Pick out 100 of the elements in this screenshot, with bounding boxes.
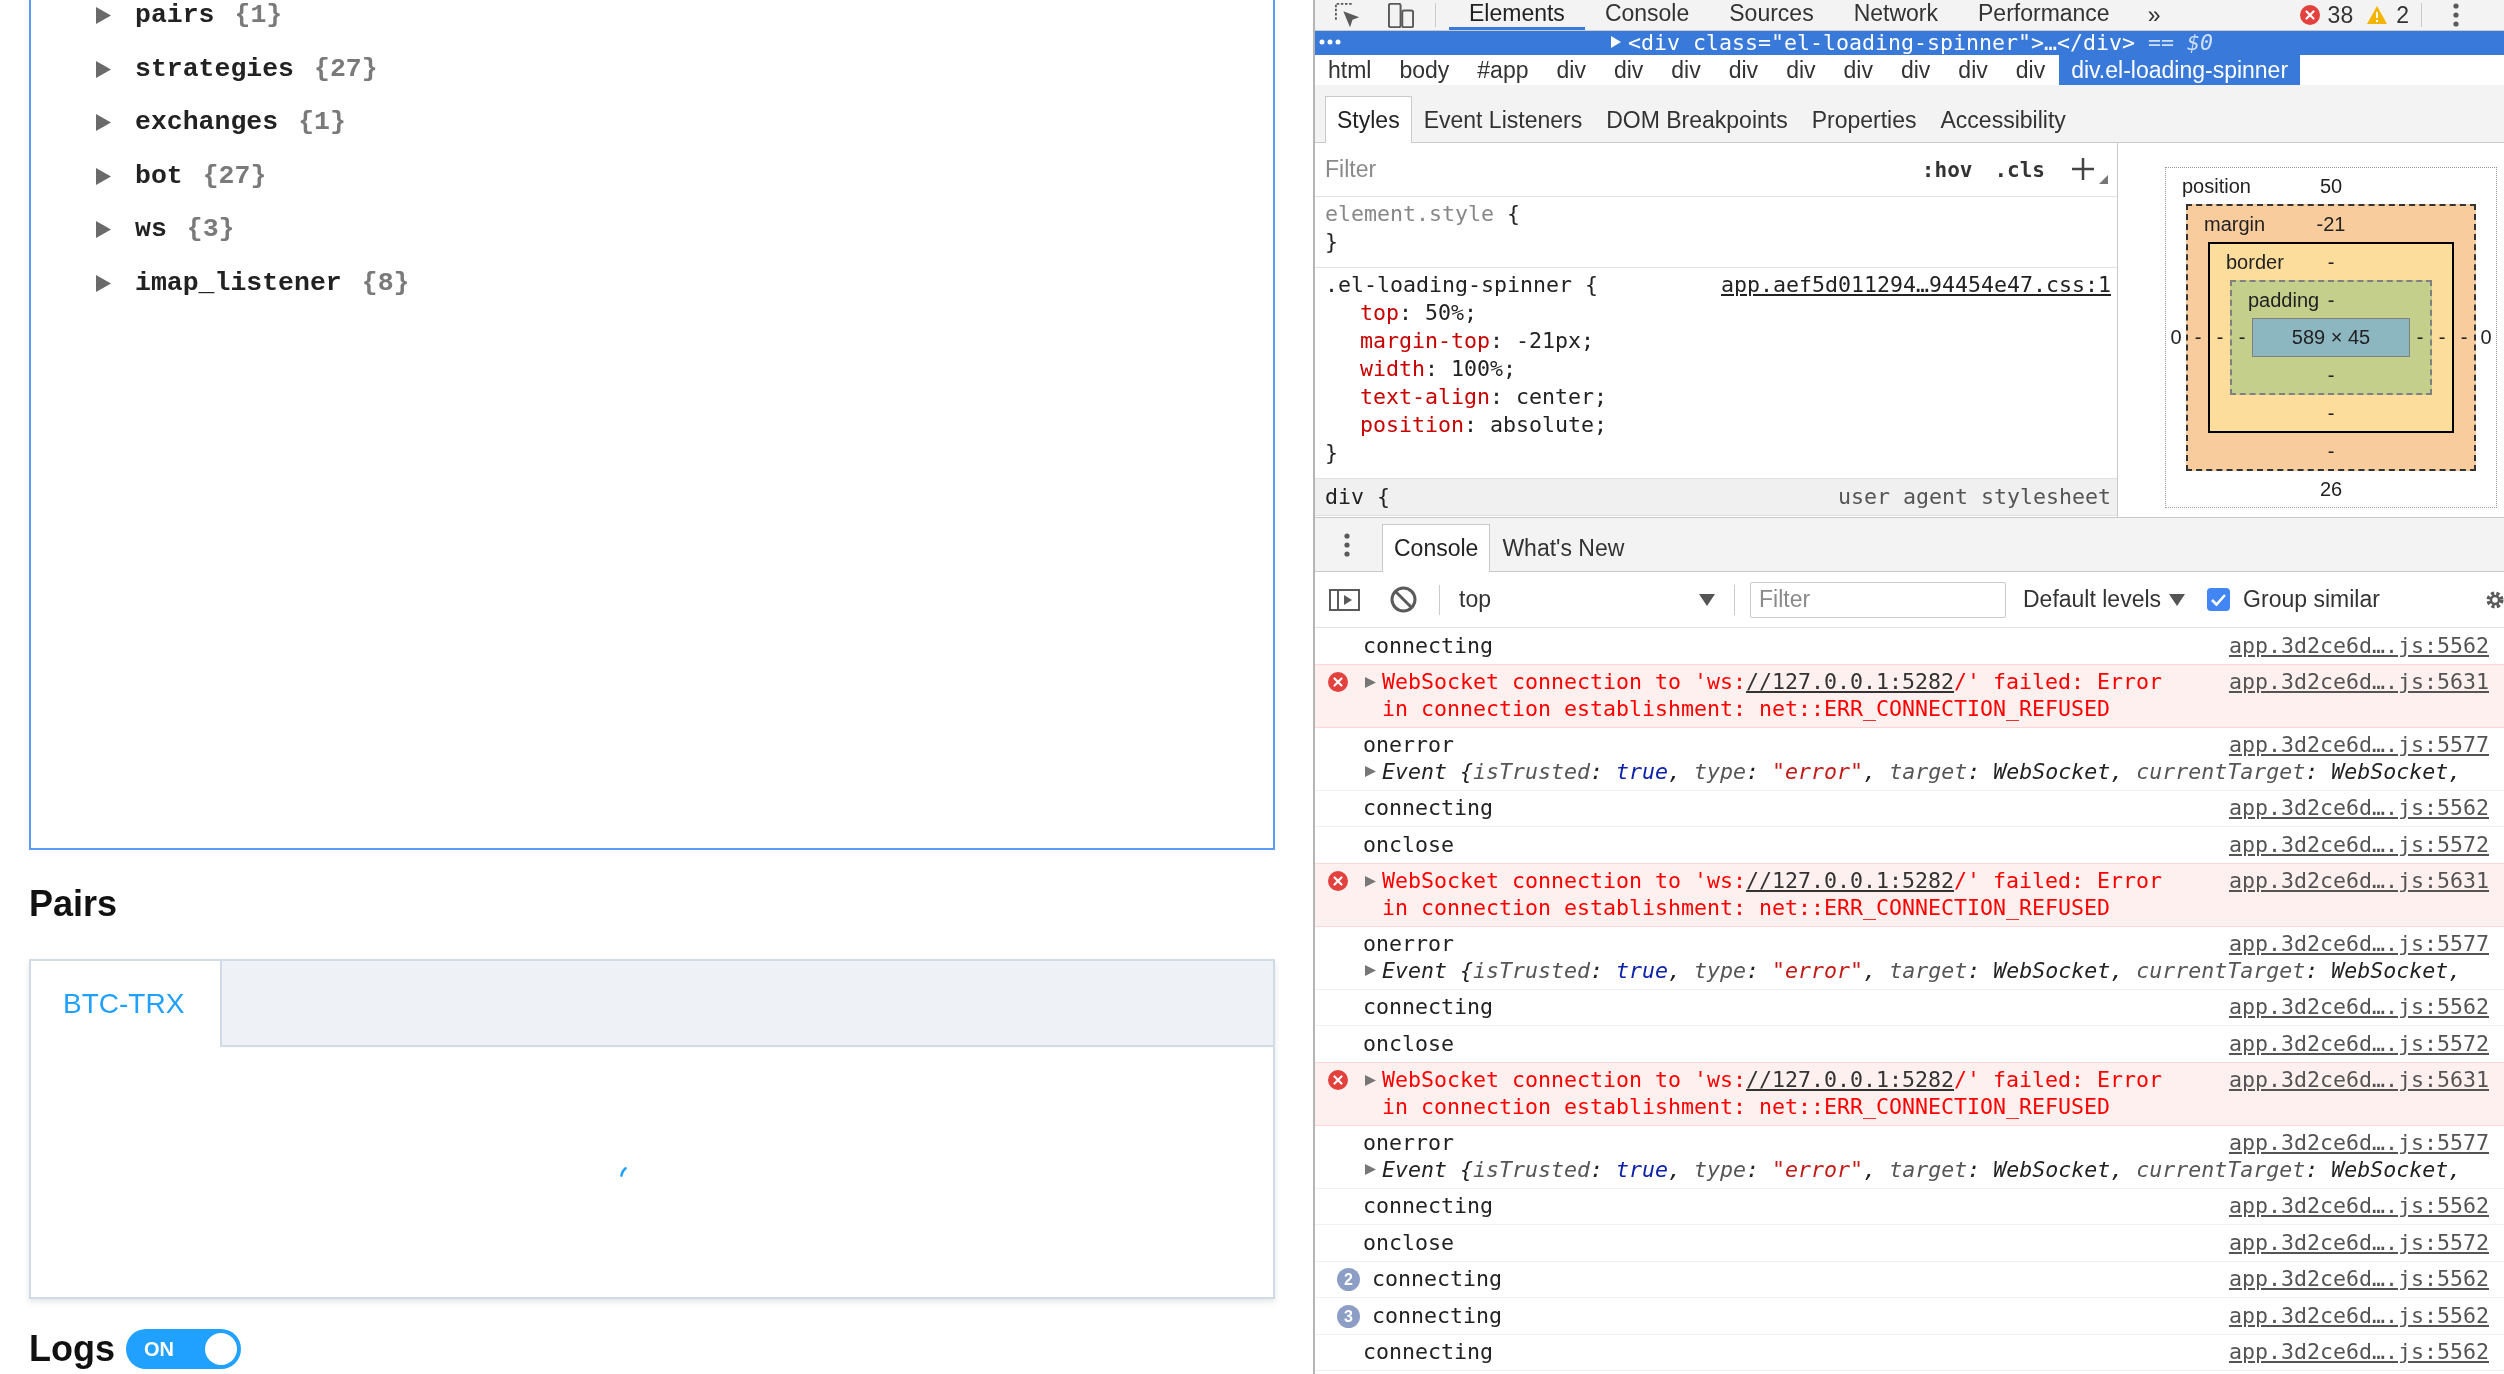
sidebar-tab[interactable]: Event Listeners bbox=[1411, 96, 1595, 143]
panel-tab[interactable]: Network bbox=[1833, 0, 1958, 30]
triangle-icon[interactable] bbox=[96, 167, 111, 185]
toggle-button[interactable]: :hov bbox=[1921, 157, 1973, 182]
checkbox-label[interactable]: Group similar bbox=[2243, 586, 2380, 613]
triangle-icon[interactable] bbox=[96, 7, 111, 25]
more-icon[interactable] bbox=[1344, 532, 1350, 557]
cursor-icon[interactable] bbox=[1335, 2, 1360, 28]
url-link[interactable]: //127.0.0.1:5282 bbox=[1746, 868, 1955, 893]
triangle-icon[interactable] bbox=[1365, 876, 1376, 887]
source-link[interactable]: app.3d2ce6d….js:5631 bbox=[2229, 868, 2489, 895]
box-model-label: margin bbox=[2203, 212, 2266, 236]
breadcrumb[interactable]: div.el-loading-spinner bbox=[2059, 55, 2301, 85]
css-declaration[interactable]: margin-top: -21px; bbox=[1325, 327, 1595, 355]
sidebar-tab[interactable]: Styles bbox=[1325, 96, 1412, 143]
log-message: connecting bbox=[1363, 632, 1493, 658]
triangle-icon[interactable] bbox=[96, 114, 111, 132]
checkbox[interactable] bbox=[2207, 588, 2231, 611]
css-declaration[interactable]: position: absolute; bbox=[1325, 411, 1608, 439]
source-link[interactable]: app.3d2ce6d….js:5631 bbox=[2229, 669, 2489, 696]
triangle-icon[interactable] bbox=[1365, 677, 1376, 688]
node-reference: == $0 bbox=[2148, 31, 2214, 55]
source-link[interactable]: app.3d2ce6d….js:5631 bbox=[2229, 1067, 2489, 1094]
ellipsis-icon[interactable] bbox=[1319, 39, 1341, 45]
breadcrumb[interactable]: div bbox=[1829, 55, 1887, 85]
panel-tab[interactable]: Console bbox=[1584, 0, 1710, 30]
breadcrumb[interactable]: #app bbox=[1463, 55, 1543, 85]
source-link[interactable]: app.3d2ce6d….js:5577 bbox=[2229, 931, 2489, 958]
breadcrumb[interactable]: div bbox=[1714, 55, 1773, 85]
drawer-tab[interactable]: What's New bbox=[1490, 524, 1637, 572]
breadcrumb[interactable]: div bbox=[1657, 55, 1715, 85]
triangle-icon[interactable] bbox=[1365, 1164, 1376, 1176]
object-preview[interactable]: Event {isTrusted: true, type: "error", target: WebSocket, currentTarget: WebSocket, bbox=[1382, 1156, 2462, 1183]
filter-input[interactable]: Filter bbox=[1325, 156, 1922, 183]
warning-icon bbox=[2367, 6, 2388, 24]
source-link[interactable]: app.3d2ce6d….js:5562 bbox=[2229, 1266, 2489, 1293]
repeat-count: 2 bbox=[1337, 1268, 1360, 1291]
tree-key: imap_listener bbox=[135, 268, 342, 298]
sidebar-icon[interactable] bbox=[1329, 588, 1360, 611]
log-message: connecting bbox=[1363, 1339, 1493, 1364]
source-link[interactable]: app.3d2ce6d….js:5562 bbox=[2229, 1302, 2489, 1329]
source-link[interactable]: app.3d2ce6d….js:5572 bbox=[2229, 831, 2489, 858]
source-link[interactable]: app.3d2ce6d….js:5562 bbox=[2229, 994, 2489, 1021]
source-link[interactable]: app.3d2ce6d….js:5577 bbox=[2229, 732, 2489, 759]
box-model-value: - bbox=[2326, 250, 2336, 274]
drawer-tab[interactable]: Console bbox=[1382, 524, 1491, 572]
breadcrumb[interactable]: body bbox=[1385, 55, 1464, 85]
source-link[interactable]: app.3d2ce6d….js:5572 bbox=[2229, 1030, 2489, 1057]
triangle-icon[interactable] bbox=[96, 221, 111, 239]
devices-icon[interactable] bbox=[1388, 2, 1414, 28]
css-declaration[interactable]: top: 50%; bbox=[1325, 299, 1478, 327]
css-declaration[interactable]: width: 100%; bbox=[1325, 355, 1517, 383]
error-count: 38 bbox=[2327, 1, 2354, 29]
breadcrumb[interactable]: html bbox=[1315, 55, 1386, 85]
source-link[interactable]: app.3d2ce6d….js:5562 bbox=[2229, 1193, 2489, 1220]
box-model-label: position bbox=[2181, 174, 2251, 198]
object-preview[interactable]: Event {isTrusted: true, type: "error", target: WebSocket, currentTarget: WebSocket, bbox=[1382, 758, 2462, 785]
url-link[interactable]: //127.0.0.1:5282 bbox=[1746, 1067, 1955, 1092]
levels-dropdown[interactable]: Default levels bbox=[2023, 579, 2186, 620]
filter-input[interactable]: Filter bbox=[1750, 581, 2006, 618]
breadcrumb[interactable]: div bbox=[1599, 55, 1658, 85]
overflow-button[interactable]: » bbox=[2129, 0, 2179, 30]
more-icon[interactable] bbox=[2453, 3, 2459, 27]
box-model-value: - bbox=[2415, 326, 2425, 349]
triangle-icon[interactable] bbox=[1365, 965, 1376, 977]
box-model-value: - bbox=[2326, 363, 2336, 387]
triangle-icon[interactable] bbox=[96, 274, 111, 292]
section-heading: Pairs bbox=[29, 882, 119, 926]
breadcrumb[interactable]: div bbox=[1772, 55, 1830, 85]
context-select[interactable]: top bbox=[1451, 579, 1721, 620]
toggle-button[interactable]: .cls bbox=[1994, 157, 2045, 182]
error-icon bbox=[1328, 1070, 1348, 1090]
knob-icon bbox=[205, 1333, 237, 1365]
triangle-icon[interactable] bbox=[96, 60, 111, 78]
triangle-icon[interactable] bbox=[1365, 766, 1376, 778]
css-declaration[interactable]: text-align: center; bbox=[1325, 383, 1608, 411]
content-box: 589 × 45 bbox=[2252, 318, 2410, 357]
source-link[interactable]: app.3d2ce6d….js:5562 bbox=[2229, 795, 2489, 822]
sidebar-tab[interactable]: Accessibility bbox=[1928, 96, 2078, 143]
panel-tab[interactable]: Sources bbox=[1709, 0, 1834, 30]
panel-tab[interactable]: Performance bbox=[1958, 0, 2130, 30]
error-icon bbox=[2299, 5, 2320, 25]
breadcrumb[interactable]: div bbox=[1886, 55, 1945, 85]
circle-slash-icon[interactable] bbox=[1390, 586, 1417, 613]
breadcrumb[interactable]: div bbox=[1542, 55, 1600, 85]
log-message: connecting bbox=[1363, 994, 1493, 1019]
source-link[interactable]: app.3d2ce6d….js:5577 bbox=[2229, 1130, 2489, 1157]
source-link[interactable]: app.3d2ce6d….js:5562 bbox=[2229, 1339, 2489, 1366]
sidebar-tab[interactable]: Properties bbox=[1799, 96, 1929, 143]
source-link[interactable]: app.aef5d011294…94454e47.css:1 bbox=[1720, 271, 2111, 299]
css-selector: .el-loading-spinner { bbox=[1325, 271, 1598, 299]
source-link[interactable]: app.3d2ce6d….js:5572 bbox=[2229, 1229, 2489, 1256]
object-preview[interactable]: Event {isTrusted: true, type: "error", target: WebSocket, currentTarget: WebSocket, bbox=[1382, 957, 2462, 984]
triangle-icon[interactable] bbox=[1365, 1075, 1376, 1086]
breadcrumb[interactable]: div bbox=[1944, 55, 2002, 85]
triangle-icon[interactable] bbox=[1611, 36, 1621, 48]
url-link[interactable]: //127.0.0.1:5282 bbox=[1746, 669, 1955, 694]
source-link[interactable]: app.3d2ce6d….js:5562 bbox=[2229, 632, 2489, 659]
breadcrumb[interactable]: div bbox=[2001, 55, 2060, 85]
sidebar-tab[interactable]: DOM Breakpoints bbox=[1594, 96, 1800, 143]
